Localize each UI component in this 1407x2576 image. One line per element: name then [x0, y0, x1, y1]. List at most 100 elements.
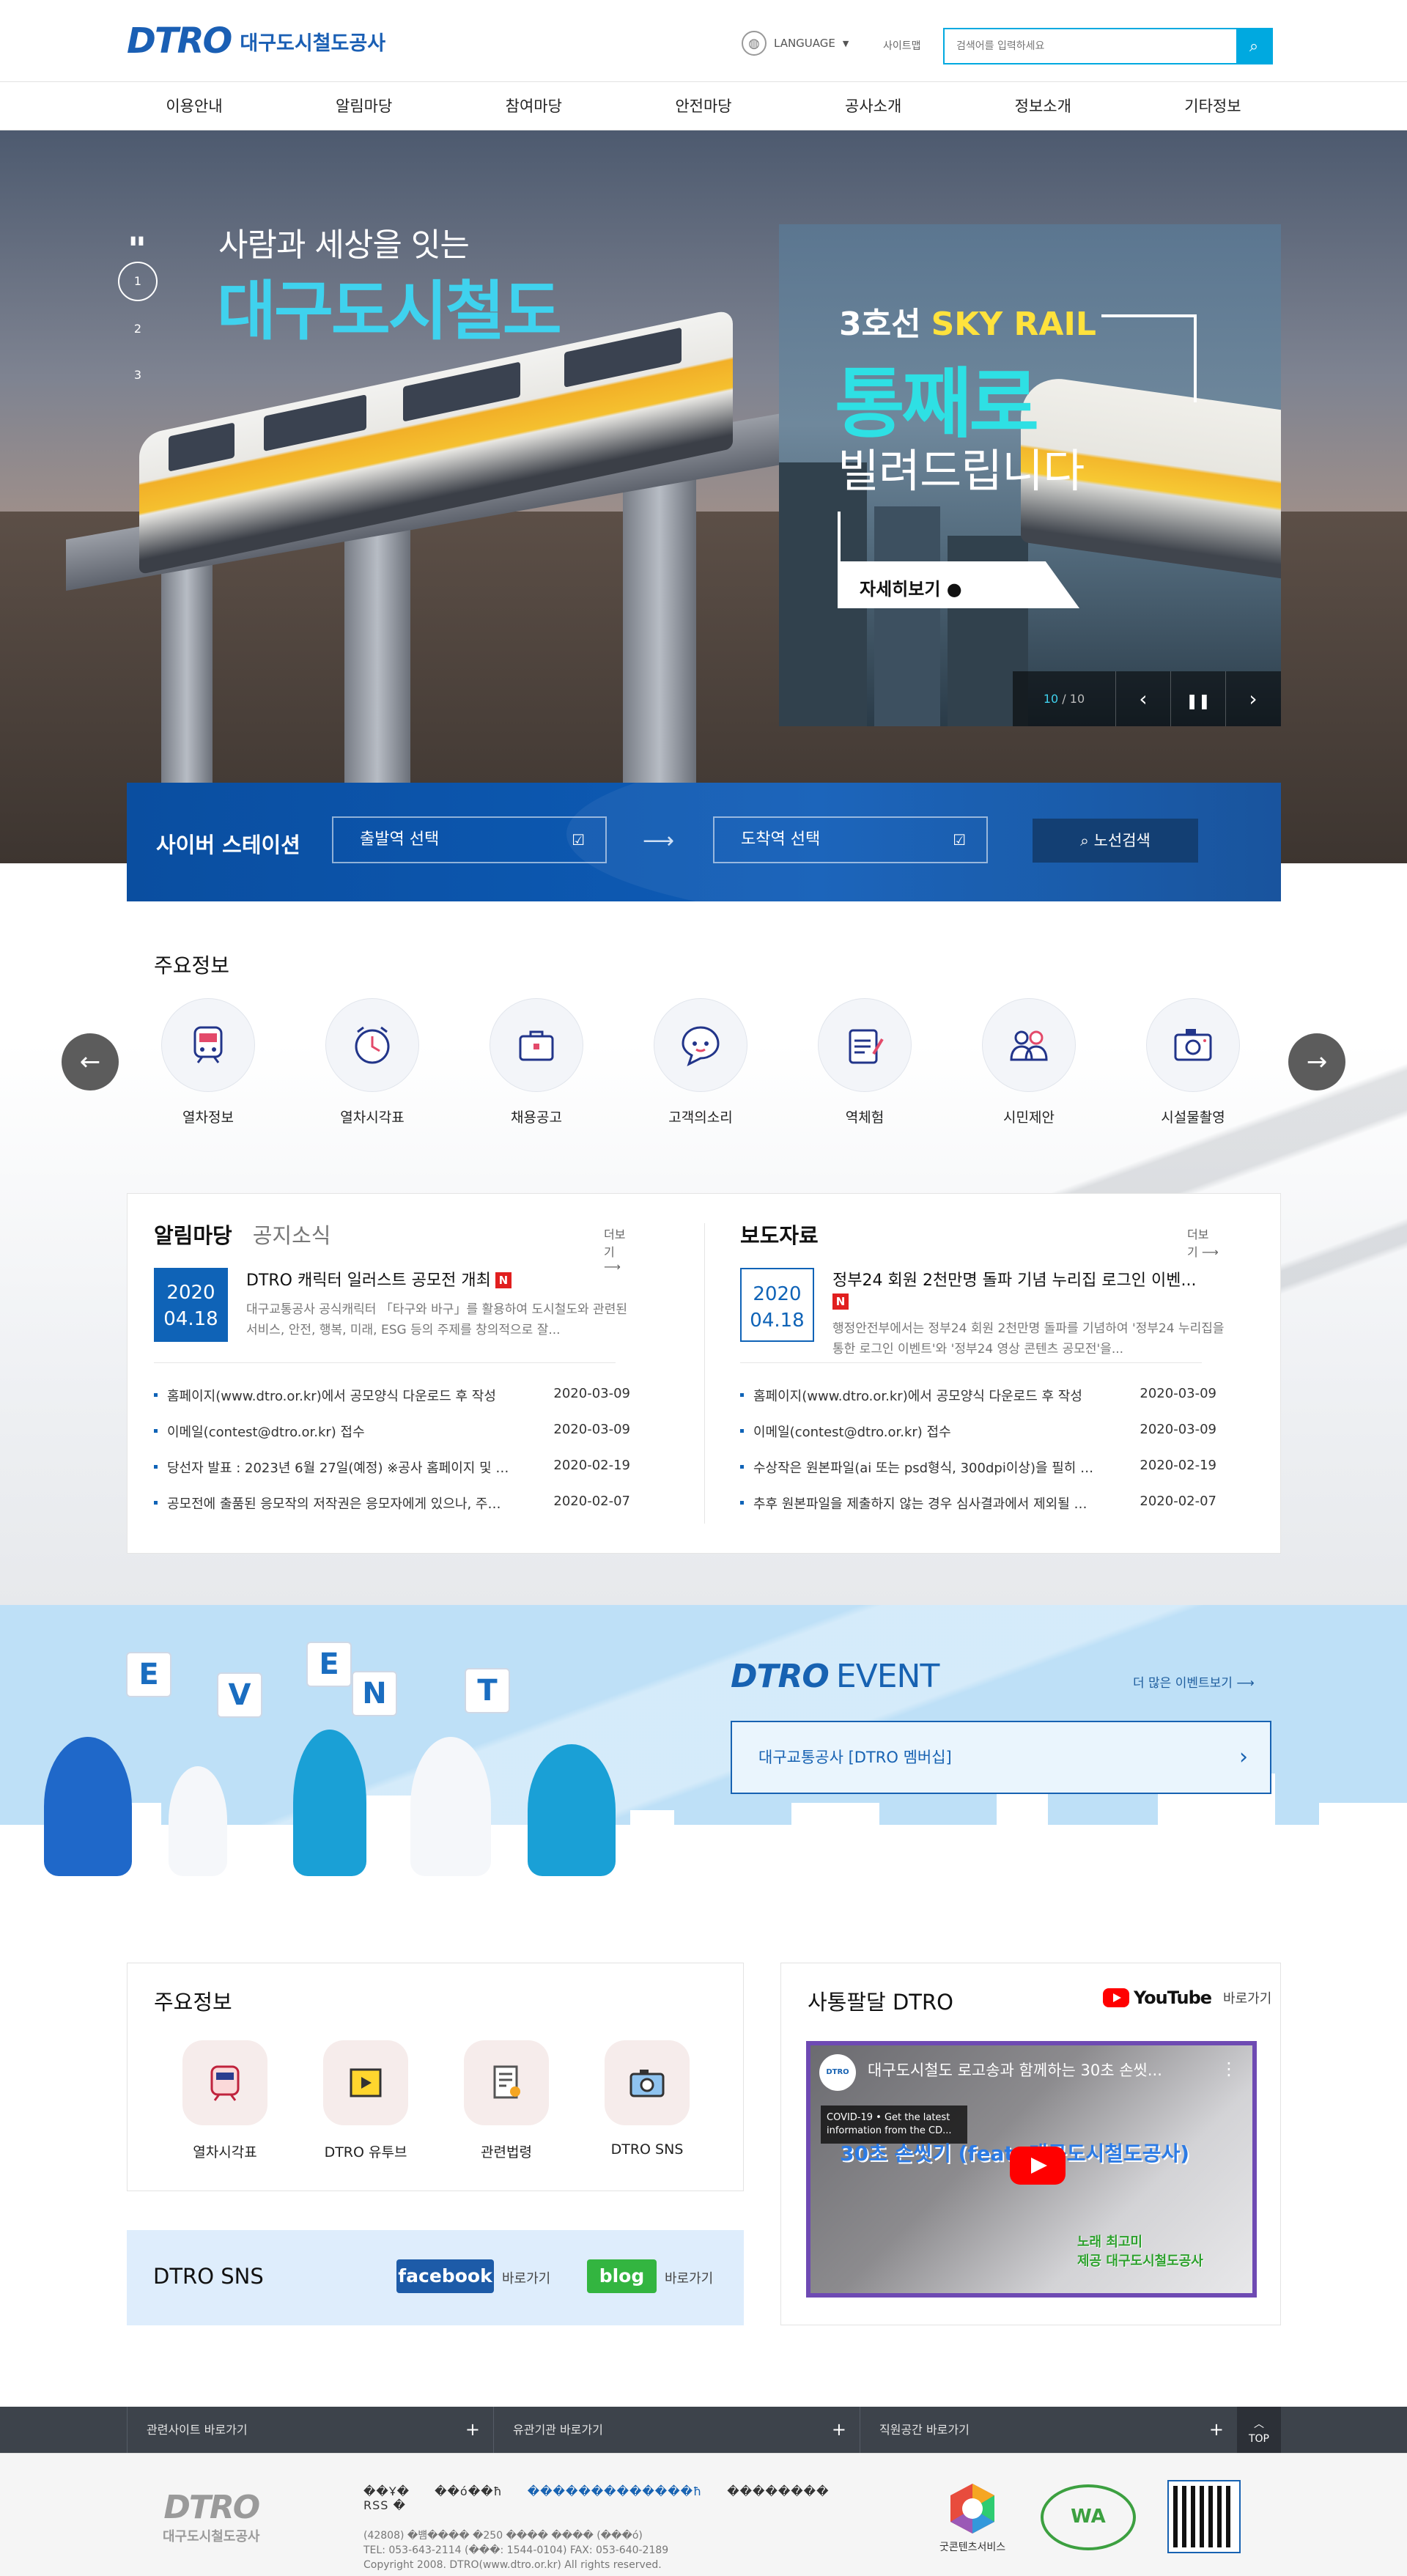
footer-logo: DTRO 대구도시철도공사 — [163, 2489, 260, 2545]
quick2-item-timetable[interactable]: 열차시각표 — [170, 2040, 280, 2161]
list-item-date: 2020-03-09 — [553, 1422, 630, 1437]
footer-link-rss[interactable]: RSS � — [363, 2498, 406, 2512]
train-icon — [161, 998, 255, 1092]
qr-code-icon[interactable] — [1167, 2480, 1241, 2553]
featured-day: 04.18 — [163, 1308, 218, 1330]
pause-icon[interactable]: ▮▮ — [116, 233, 160, 247]
next-slide-button[interactable]: › — [1225, 671, 1280, 726]
press-featured-title[interactable]: 정부24 회원 2천만명 돌파 기념 누리집 로그인 이벤... N — [832, 1267, 1214, 1311]
event-item[interactable]: 대구교통공사 [DTRO 멤버십] › — [731, 1721, 1271, 1794]
list-item[interactable]: 수상작은 원본파일(ai 또는 psd형식, 300dpi이상)을 필히 제출해… — [740, 1458, 1216, 1494]
list-item[interactable]: 이메일(contest@dtro.or.kr) 접수 2020-03-09 — [740, 1422, 1216, 1458]
quick2-item-label: DTRO 유투브 — [324, 2144, 407, 2160]
event-item-label: 대구교통공사 [DTRO 멤버십] — [758, 1749, 952, 1766]
facebook-go-link[interactable]: 바로가기 — [502, 2268, 550, 2287]
staff-space-select[interactable]: 직원공간 바로가기 + — [860, 2407, 1237, 2453]
list-item[interactable]: 공모전에 출품된 응모작의 저작권은 응모자에게 있으나, 주최 측은... 20… — [154, 1494, 630, 1529]
notice-more-link[interactable]: 더보기 ⟶ — [604, 1225, 633, 1274]
departure-select[interactable]: 출발역 선택 ☑ — [332, 816, 607, 863]
chat-bubble-icon — [654, 998, 747, 1092]
quick-item-facility-photo[interactable]: 시설물촬영 — [1145, 998, 1241, 1126]
checkbox-icon: ☑ — [572, 831, 585, 849]
globe-icon: ◍ — [742, 31, 767, 56]
search-button[interactable]: ⌕ — [1236, 29, 1271, 63]
list-item[interactable]: 홈페이지(www.dtro.or.kr)에서 공모양식 다운로드 후 작성 202… — [154, 1386, 630, 1422]
sitemap-link[interactable]: 사이트맵 — [883, 38, 921, 53]
notice-featured-title[interactable]: DTRO 캐릭터 일러스트 공모전 개최 N — [246, 1267, 627, 1291]
pager-item-2[interactable]: 2 — [116, 322, 160, 336]
blog-go-link[interactable]: 바로가기 — [665, 2268, 713, 2287]
nav-item-participation[interactable]: 참여마당 — [449, 82, 618, 130]
tab-notice[interactable]: 알림마당 — [154, 1219, 232, 1250]
illustration-person — [44, 1737, 132, 1876]
quick-item-timetable[interactable]: 열차시각표 — [325, 998, 420, 1126]
blog-button[interactable]: blog — [587, 2259, 657, 2293]
footer-link[interactable]: ��ó��ħ — [435, 2484, 503, 2498]
nav-item-information[interactable]: 정보소개 — [959, 82, 1127, 130]
list-item-title: 홈페이지(www.dtro.or.kr)에서 공모양식 다운로드 후 작성 — [167, 1389, 496, 1404]
quick2-item-law[interactable]: 관련법령 — [451, 2040, 561, 2161]
quick-item-label: 고객의소리 — [668, 1110, 733, 1126]
good-content-badge[interactable]: 굿콘텐츠서비스 — [939, 2481, 1005, 2554]
quick2-item-sns[interactable]: DTRO SNS — [592, 2040, 702, 2158]
youtube-link[interactable]: YouTube 바로가기 — [1103, 1988, 1271, 2008]
pause-slide-button[interactable]: ❚❚ — [1170, 671, 1225, 726]
quick2-item-label: 열차시각표 — [193, 2144, 257, 2160]
play-button-icon[interactable] — [1010, 2147, 1066, 2185]
tab-announcement[interactable]: 공지소식 — [253, 1219, 331, 1250]
facebook-button[interactable]: facebook — [396, 2259, 494, 2293]
footer-link-privacy[interactable]: �������������ħ — [528, 2484, 702, 2498]
hero-title: 대구도시철도 — [217, 273, 562, 349]
quick-item-train-info[interactable]: 열차정보 — [160, 998, 256, 1126]
list-item-date: 2020-03-09 — [553, 1386, 630, 1401]
prev-slide-button[interactable]: ‹ — [1115, 671, 1170, 726]
new-badge: N — [832, 1293, 849, 1310]
site-logo[interactable]: DTRO 대구도시철도공사 — [127, 21, 385, 62]
quick2-item-youtube[interactable]: DTRO 유투브 — [311, 2040, 421, 2161]
event-more-link[interactable]: 더 많은 이벤트보기 ⟶ — [1133, 1672, 1255, 1691]
video-player[interactable]: DTRO 대구도시철도 로고송과 함께하는 30초 손씻... ⋮ COVID-… — [806, 2041, 1257, 2298]
nav-item-guide[interactable]: 이용안내 — [110, 82, 278, 130]
pager-item-3[interactable]: 3 — [116, 368, 160, 382]
quick-item-citizen-proposal[interactable]: 시민제안 — [981, 998, 1077, 1126]
new-badge: N — [495, 1272, 512, 1288]
top-button[interactable]: ︿ TOP — [1237, 2407, 1281, 2453]
list-item[interactable]: 이메일(contest@dtro.or.kr) 접수 2020-03-09 — [154, 1422, 630, 1458]
list-item-title: 이메일(contest@dtro.or.kr) 접수 — [167, 1425, 365, 1440]
illustration-person — [169, 1766, 227, 1876]
list-item[interactable]: 홈페이지(www.dtro.or.kr)에서 공모양식 다운로드 후 작성 202… — [740, 1386, 1216, 1422]
press-more-link[interactable]: 더보기 ⟶ — [1187, 1225, 1219, 1260]
plus-icon: + — [1208, 2419, 1224, 2440]
related-sites-select[interactable]: 관련사이트 바로가기 + — [127, 2407, 493, 2453]
promo-banner[interactable]: 3호선 SKY RAIL 통째로 빌려드립니다 자세히보기 ● — [779, 224, 1281, 726]
footer-link[interactable]: �������� — [727, 2484, 829, 2498]
search-box: ⌕ — [943, 28, 1273, 64]
language-selector[interactable]: ◍ LANGUAGE ▼ — [742, 31, 849, 56]
footer-link[interactable]: ��Ұ� — [363, 2484, 410, 2498]
nav-item-about[interactable]: 공사소개 — [789, 82, 958, 130]
city-skyline — [1319, 1803, 1407, 1832]
nav-item-etc[interactable]: 기타정보 — [1129, 82, 1297, 130]
route-search-button[interactable]: ⌕ 노선검색 — [1033, 819, 1198, 863]
promo-more-button[interactable]: 자세히보기 ● — [838, 561, 1079, 608]
next-quick-button[interactable]: → — [1288, 1033, 1345, 1090]
quick-item-station-experience[interactable]: 역체험 — [817, 998, 912, 1126]
promo-line1: 3호선 SKY RAIL — [839, 298, 1096, 344]
slide-counter-current: 10 — [1043, 692, 1059, 706]
tab-press[interactable]: 보도자료 — [740, 1219, 819, 1250]
pager-item-1[interactable]: 1 — [118, 262, 158, 301]
related-orgs-select[interactable]: 유관기관 바로가기 + — [493, 2407, 860, 2453]
prev-quick-button[interactable]: ← — [62, 1033, 119, 1090]
list-item[interactable]: 추후 원본파일을 제출하지 않는 경우 심사결과에서 제외될 수 있으... 20… — [740, 1494, 1216, 1529]
chevron-left-icon: ‹ — [1139, 687, 1148, 711]
arrival-select[interactable]: 도착역 선택 ☑ — [713, 816, 988, 863]
quick-item-recruit[interactable]: 채용공고 — [489, 998, 584, 1126]
nav-item-notice[interactable]: 알림마당 — [280, 82, 448, 130]
list-item[interactable]: 당선자 발표 : 2023년 6월 27일(예정) ※공사 홈페이지 및 개별 … — [154, 1458, 630, 1494]
search-input[interactable] — [945, 29, 1236, 63]
quick-item-customer-voice[interactable]: 고객의소리 — [653, 998, 748, 1126]
more-vertical-icon[interactable]: ⋮ — [1220, 2059, 1238, 2079]
nav-item-safety[interactable]: 안전마당 — [619, 82, 788, 130]
web-accessibility-badge[interactable]: WA — [1041, 2484, 1136, 2550]
promo-frame-line — [838, 512, 841, 563]
